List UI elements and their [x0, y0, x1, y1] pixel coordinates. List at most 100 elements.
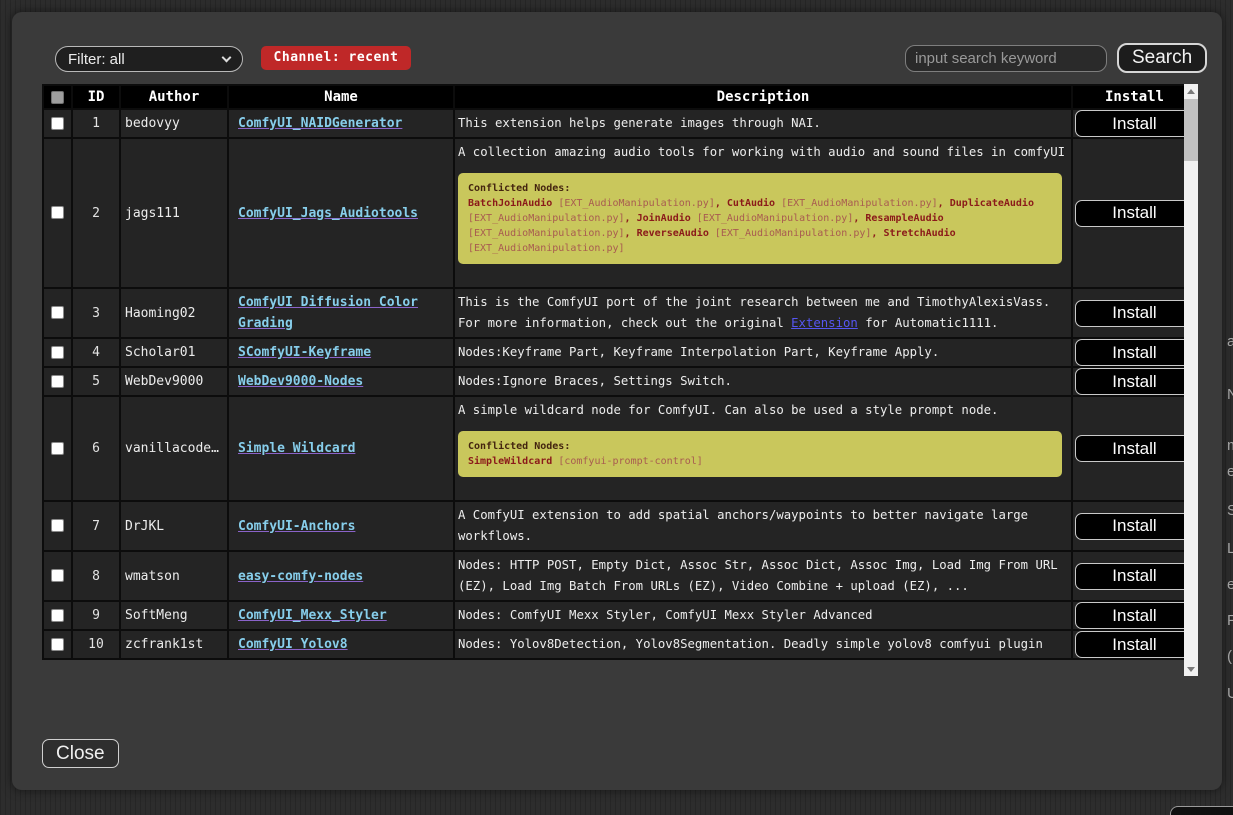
- row-checkbox[interactable]: [51, 346, 64, 359]
- install-cell: Install: [1073, 289, 1196, 337]
- table-row: 3Haoming02ComfyUI Diffusion Color Gradin…: [44, 289, 1196, 337]
- extension-description: Nodes:Ignore Braces, Settings Switch.: [455, 368, 1071, 395]
- table-row: 5WebDev9000WebDev9000-NodesNodes:Ignore …: [44, 368, 1196, 395]
- extension-id: 6: [73, 397, 119, 500]
- row-checkbox[interactable]: [51, 117, 64, 130]
- install-button[interactable]: Install: [1075, 602, 1195, 629]
- row-checkbox-cell: [44, 602, 71, 629]
- install-button[interactable]: Install: [1075, 513, 1195, 540]
- extension-name-link[interactable]: ComfyUI_Mexx_Styler: [238, 608, 387, 623]
- extension-author: vanillacode…: [121, 397, 227, 500]
- extension-description: This extension helps generate images thr…: [455, 110, 1071, 137]
- row-checkbox[interactable]: [51, 609, 64, 622]
- install-button[interactable]: Install: [1075, 200, 1195, 227]
- conflict-node-source: [EXT_AudioManipulation.py]: [775, 198, 938, 209]
- row-checkbox-cell: [44, 502, 71, 550]
- install-button[interactable]: Install: [1075, 339, 1195, 366]
- install-button[interactable]: Install: [1075, 435, 1195, 462]
- row-checkbox-cell: [44, 552, 71, 600]
- col-header-install: Install: [1073, 86, 1196, 108]
- conflict-title: Conflicted Nodes:: [468, 439, 1052, 454]
- conflict-separator: ,: [715, 198, 727, 209]
- extension-name-link[interactable]: SComfyUI-Keyframe: [238, 345, 371, 360]
- install-cell: Install: [1073, 502, 1196, 550]
- install-button[interactable]: Install: [1075, 368, 1195, 395]
- table-row: 1bedovyyComfyUI_NAIDGeneratorThis extens…: [44, 110, 1196, 137]
- install-button[interactable]: Install: [1075, 110, 1195, 137]
- extension-name-link[interactable]: Simple Wildcard: [238, 441, 355, 456]
- close-button[interactable]: Close: [42, 739, 119, 768]
- table-scrollbar[interactable]: [1184, 84, 1198, 676]
- table-row: 4Scholar01SComfyUI-KeyframeNodes:Keyfram…: [44, 339, 1196, 366]
- extension-description: Nodes: ComfyUI Mexx Styler, ComfyUI Mexx…: [455, 602, 1071, 629]
- extension-name-link[interactable]: ComfyUI_NAIDGenerator: [238, 116, 402, 131]
- extension-name-link[interactable]: easy-comfy-nodes: [238, 569, 363, 584]
- extension-author: bedovyy: [121, 110, 227, 137]
- channel-badge: Channel: recent: [261, 46, 411, 70]
- extension-author: WebDev9000: [121, 368, 227, 395]
- edge-glyph: (: [1227, 648, 1232, 665]
- row-checkbox[interactable]: [51, 206, 64, 219]
- table-row: 6vanillacode… Simple Wildcard A simple wil…: [44, 397, 1196, 500]
- row-checkbox[interactable]: [51, 638, 64, 651]
- row-checkbox-cell: [44, 339, 71, 366]
- install-button[interactable]: Install: [1075, 631, 1195, 658]
- install-cell: Install: [1073, 631, 1196, 658]
- extension-name-cell: ComfyUI_Mexx_Styler: [229, 602, 453, 629]
- extension-id: 10: [73, 631, 119, 658]
- extension-description: A ComfyUI extension to add spatial ancho…: [455, 502, 1071, 550]
- install-cell: Install: [1073, 339, 1196, 366]
- conflict-node-name: ReverseAudio: [637, 228, 709, 239]
- table-header-row: ID Author Name Description Install: [44, 86, 1196, 108]
- conflict-separator: ,: [625, 228, 637, 239]
- extension-name-link[interactable]: WebDev9000-Nodes: [238, 374, 363, 389]
- extension-description: Nodes:Keyframe Part, Keyframe Interpolat…: [455, 339, 1071, 366]
- scrollbar-thumb[interactable]: [1184, 99, 1198, 161]
- row-checkbox[interactable]: [51, 306, 64, 319]
- select-all-checkbox[interactable]: [51, 91, 64, 104]
- extension-name-cell: ComfyUI_Jags_Audiotools: [229, 139, 453, 287]
- scroll-down-button[interactable]: [1184, 662, 1198, 676]
- table-row: 2jags111ComfyUI_Jags_AudiotoolsA collect…: [44, 139, 1196, 287]
- conflict-node-source: [EXT_AudioManipulation.py]: [468, 228, 625, 239]
- extension-id: 2: [73, 139, 119, 287]
- extension-author: zcfrank1st: [121, 631, 227, 658]
- scroll-up-button[interactable]: [1184, 84, 1198, 98]
- extension-description: A simple wildcard node for ComfyUI. Can …: [455, 397, 1071, 500]
- conflict-node-name: SimpleWildcard: [468, 456, 552, 467]
- extension-name-cell: ComfyUI Diffusion Color Grading: [229, 289, 453, 337]
- extension-name-cell: easy-comfy-nodes: [229, 552, 453, 600]
- conflict-title: Conflicted Nodes:: [468, 181, 1052, 196]
- row-checkbox[interactable]: [51, 519, 64, 532]
- row-checkbox[interactable]: [51, 569, 64, 582]
- extension-id: 3: [73, 289, 119, 337]
- extension-name-link[interactable]: ComfyUI_Jags_Audiotools: [238, 206, 418, 221]
- extension-id: 8: [73, 552, 119, 600]
- edge-glyph: U: [1227, 685, 1233, 702]
- conflict-separator: ,: [871, 228, 883, 239]
- extension-name-link[interactable]: ComfyUI-Anchors: [238, 519, 355, 534]
- install-cell: Install: [1073, 110, 1196, 137]
- extension-name-link[interactable]: ComfyUI Yolov8: [238, 637, 348, 652]
- extension-description: This is the ComfyUI port of the joint re…: [455, 289, 1071, 337]
- conflict-node-name: CutAudio: [727, 198, 775, 209]
- edge-glyph: m: [1227, 437, 1233, 454]
- search-input[interactable]: [905, 45, 1107, 72]
- install-cell: Install: [1073, 139, 1196, 287]
- install-button[interactable]: Install: [1075, 300, 1195, 327]
- row-checkbox[interactable]: [51, 375, 64, 388]
- filter-select[interactable]: Filter: all: [55, 46, 243, 72]
- install-button[interactable]: Install: [1075, 563, 1195, 590]
- edge-glyph: L: [1227, 540, 1233, 557]
- row-checkbox[interactable]: [51, 442, 64, 455]
- conflict-separator: ,: [853, 213, 865, 224]
- row-checkbox-cell: [44, 397, 71, 500]
- col-header-id: ID: [73, 86, 119, 108]
- search-button[interactable]: Search: [1117, 43, 1207, 73]
- extension-name-link[interactable]: ComfyUI Diffusion Color Grading: [238, 295, 418, 331]
- row-checkbox-cell: [44, 631, 71, 658]
- col-header-name: Name: [229, 86, 453, 108]
- description-link[interactable]: Extension: [791, 316, 858, 330]
- col-header-description: Description: [455, 86, 1071, 108]
- extension-id: 4: [73, 339, 119, 366]
